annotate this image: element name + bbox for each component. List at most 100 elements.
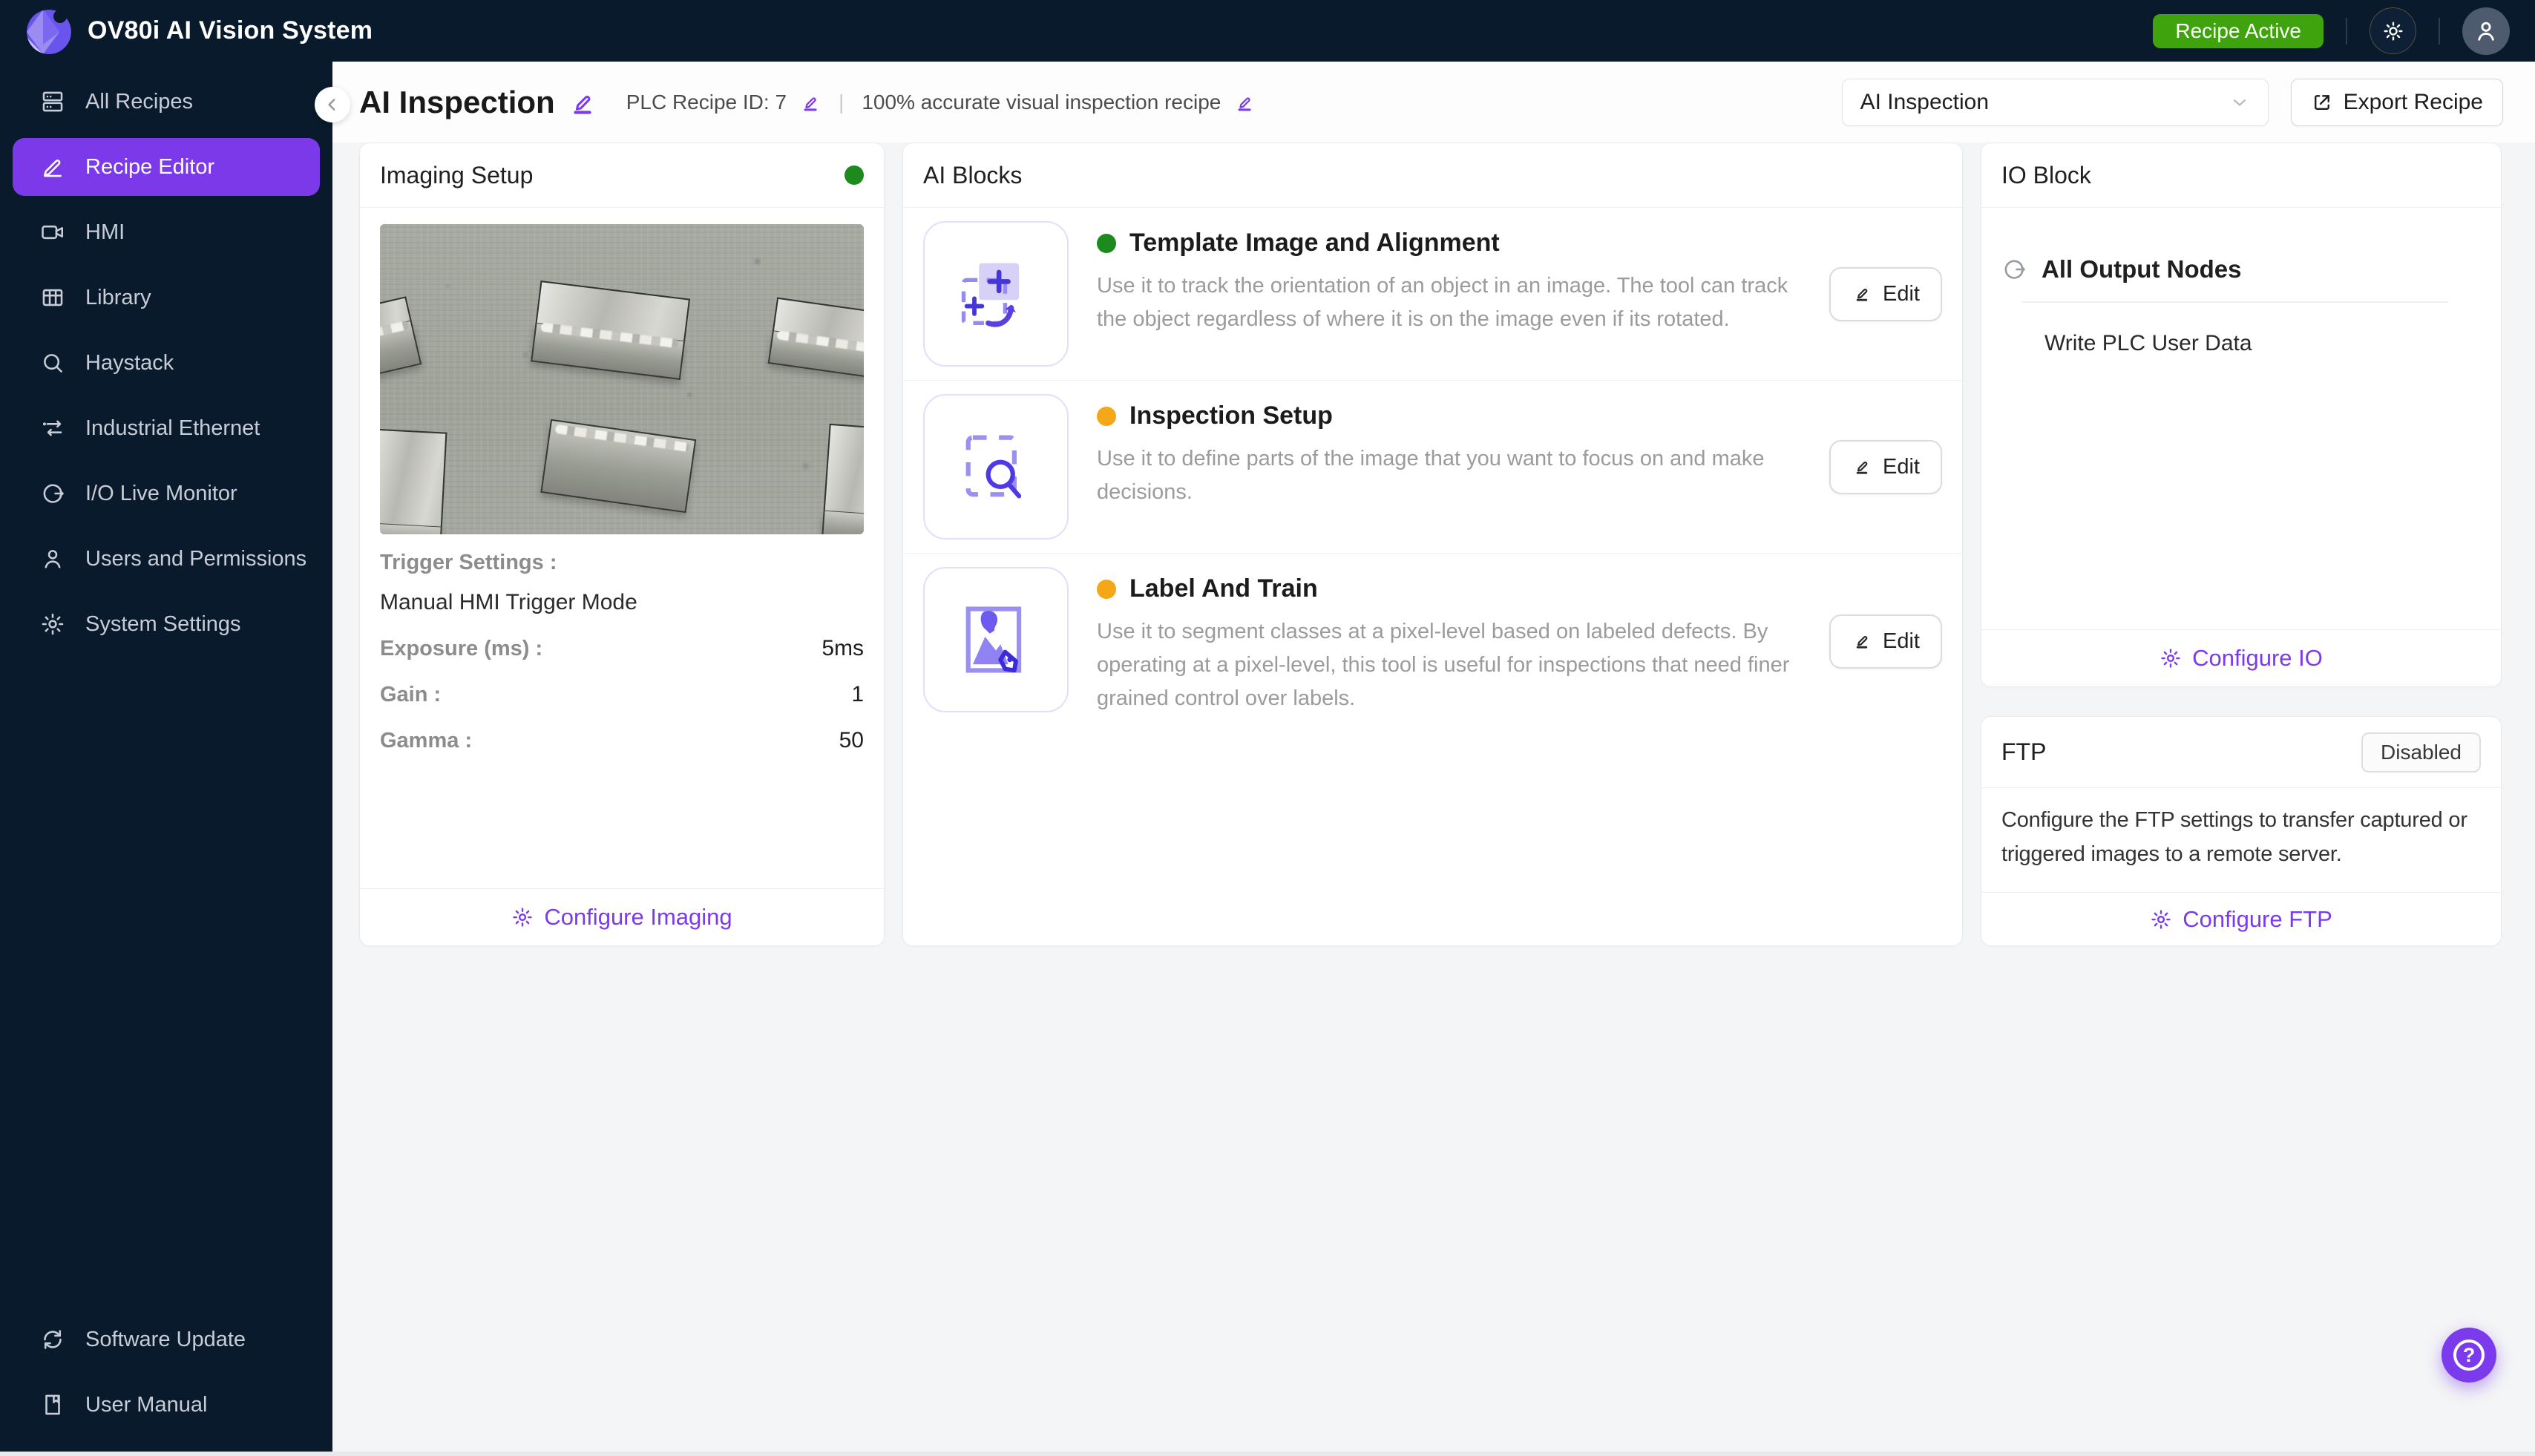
ftp-status-badge: Disabled bbox=[2361, 732, 2481, 773]
chevron-left-icon bbox=[328, 99, 335, 111]
sidebar: All Recipes Recipe Editor HMI Library Ha… bbox=[0, 62, 332, 1452]
edit-inspection-setup-button[interactable]: Edit bbox=[1829, 439, 1942, 494]
output-node-item[interactable]: Write PLC User Data bbox=[2044, 331, 2481, 356]
sidebar-item-label: I/O Live Monitor bbox=[85, 481, 237, 505]
imaging-setup-title: Imaging Setup bbox=[380, 161, 534, 188]
configure-imaging-label: Configure Imaging bbox=[544, 904, 732, 930]
ai-block-info: Template Image and Alignment Use it to t… bbox=[1097, 221, 1801, 367]
export-recipe-button[interactable]: Export Recipe bbox=[2290, 78, 2503, 126]
book-icon bbox=[45, 1394, 60, 1415]
ai-block-description: Use it to track the orientation of an ob… bbox=[1097, 274, 1788, 331]
metal-part bbox=[380, 428, 447, 534]
ai-block-title: Template Image and Alignment bbox=[1129, 229, 1500, 257]
content: Imaging Setup Trigger Settings: Manual … bbox=[332, 142, 2535, 1456]
theme-toggle-button[interactable] bbox=[2370, 7, 2416, 54]
help-icon: ? bbox=[2453, 1339, 2485, 1371]
sidebar-item-software-update[interactable]: Software Update bbox=[13, 1311, 320, 1368]
ftp-card: FTP Disabled Configure the FTP settings … bbox=[1981, 716, 2502, 946]
edit-title-icon[interactable] bbox=[568, 88, 597, 117]
edit-plc-id-icon[interactable] bbox=[800, 92, 821, 113]
user-avatar[interactable] bbox=[2462, 7, 2510, 55]
sidebar-collapse-button[interactable] bbox=[315, 87, 350, 122]
sun-icon bbox=[2383, 21, 2403, 41]
gain-value: 1 bbox=[851, 682, 864, 706]
gear-icon bbox=[513, 908, 533, 927]
user-icon bbox=[2478, 22, 2494, 41]
template-alignment-icon bbox=[923, 221, 1069, 367]
export-recipe-label: Export Recipe bbox=[2343, 89, 2483, 114]
sidebar-item-recipe-editor[interactable]: Recipe Editor bbox=[13, 138, 320, 196]
edit-button-label: Edit bbox=[1883, 281, 1920, 306]
sidebar-item-io-live-monitor[interactable]: I/O Live Monitor bbox=[13, 465, 320, 522]
main-area: AI Inspection PLC Recipe ID: 7 | 100% ac… bbox=[315, 62, 2535, 1456]
ftp-title: FTP bbox=[2001, 738, 2047, 765]
exposure-row: Exposure (ms) : 5ms bbox=[380, 636, 864, 661]
gamma-label: Gamma : bbox=[380, 729, 473, 752]
sidebar-item-label: HMI bbox=[85, 220, 125, 244]
pencil-icon bbox=[1856, 462, 1868, 474]
recipe-description: 100% accurate visual inspection recipe bbox=[862, 90, 1221, 114]
sidebar-item-user-manual[interactable]: User Manual bbox=[13, 1376, 320, 1434]
ai-block-status-dot bbox=[1097, 233, 1116, 253]
ai-blocks-header: AI Blocks bbox=[903, 143, 1962, 208]
ai-block-status-dot bbox=[1097, 406, 1116, 426]
plc-recipe-id: PLC Recipe ID: 7 bbox=[626, 90, 787, 114]
gain-label: Gain : bbox=[380, 683, 442, 706]
edit-description-icon[interactable] bbox=[1234, 92, 1255, 113]
inspection-setup-icon bbox=[923, 394, 1069, 540]
sidebar-item-label: Users and Permissions bbox=[85, 546, 307, 571]
recipe-select[interactable]: AI Inspection bbox=[1841, 78, 2269, 126]
metal-part bbox=[767, 297, 864, 383]
io-block-card: IO Block All Output Nodes Write PLC User… bbox=[1981, 142, 2502, 687]
sidebar-item-industrial-ethernet[interactable]: Industrial Ethernet bbox=[13, 399, 320, 457]
app-root: OV80i AI Vision System Recipe Active All… bbox=[0, 0, 2535, 1456]
ai-blocks-title: AI Blocks bbox=[923, 161, 1023, 188]
camera-preview-image[interactable] bbox=[380, 224, 864, 534]
metal-part bbox=[531, 281, 691, 381]
header-actions: AI Inspection Export Recipe bbox=[1841, 78, 2503, 126]
configure-ftp-button[interactable]: Configure FTP bbox=[2150, 906, 2332, 933]
sidebar-item-label: Industrial Ethernet bbox=[85, 416, 260, 440]
edit-template-alignment-button[interactable]: Edit bbox=[1829, 266, 1942, 321]
page-title: AI Inspection bbox=[359, 84, 555, 119]
ai-block-description: Use it to define parts of the image that… bbox=[1097, 447, 1765, 504]
recipes-icon bbox=[42, 91, 63, 112]
ai-block-row-label-train: Label And Train Use it to segment classe… bbox=[903, 553, 1962, 729]
sidebar-item-label: Recipe Editor bbox=[85, 154, 215, 179]
ftp-description: Configure the FTP settings to transfer c… bbox=[2001, 808, 2467, 866]
gear-icon bbox=[42, 613, 64, 635]
edit-label-train-button[interactable]: Edit bbox=[1829, 614, 1942, 669]
help-button[interactable]: ? bbox=[2441, 1328, 2496, 1383]
configure-imaging-button[interactable]: Configure Imaging bbox=[511, 904, 732, 931]
metal-part bbox=[380, 296, 422, 380]
sidebar-item-library[interactable]: Library bbox=[13, 269, 320, 327]
topbar-divider bbox=[2346, 17, 2347, 45]
window-bottom-edge bbox=[0, 1452, 2535, 1456]
io-section-divider bbox=[2022, 301, 2448, 303]
configure-io-button[interactable]: Configure IO bbox=[2159, 645, 2323, 672]
page-header: AI Inspection PLC Recipe ID: 7 | 100% ac… bbox=[315, 62, 2535, 142]
io-monitor-icon bbox=[43, 484, 64, 503]
user-icon bbox=[45, 550, 61, 568]
edit-button-label: Edit bbox=[1883, 629, 1920, 653]
sidebar-item-users-permissions[interactable]: Users and Permissions bbox=[13, 530, 320, 588]
sidebar-item-system-settings[interactable]: System Settings bbox=[13, 595, 320, 653]
ftp-footer: Configure FTP bbox=[1981, 892, 2501, 945]
edit-button-label: Edit bbox=[1883, 454, 1920, 479]
ai-block-title: Label And Train bbox=[1129, 574, 1318, 603]
imaging-setup-body: Trigger Settings : Manual HMI Trigger Mo… bbox=[360, 208, 884, 888]
pencil-icon bbox=[1856, 289, 1868, 301]
sidebar-item-label: System Settings bbox=[85, 611, 241, 636]
sidebar-item-haystack[interactable]: Haystack bbox=[13, 334, 320, 392]
all-output-nodes-section: All Output Nodes bbox=[2001, 255, 2481, 283]
ai-block-title: Inspection Setup bbox=[1129, 401, 1333, 430]
io-block-title: IO Block bbox=[2001, 161, 2091, 188]
export-icon bbox=[2314, 94, 2329, 110]
sidebar-item-all-recipes[interactable]: All Recipes bbox=[13, 73, 320, 131]
library-grid-icon bbox=[42, 289, 63, 306]
topbar: OV80i AI Vision System Recipe Active bbox=[0, 0, 2535, 62]
sidebar-item-hmi[interactable]: HMI bbox=[13, 203, 320, 261]
recipe-active-badge: Recipe Active bbox=[2153, 13, 2324, 48]
sidebar-item-label: User Manual bbox=[85, 1392, 208, 1417]
metal-part bbox=[540, 419, 697, 517]
